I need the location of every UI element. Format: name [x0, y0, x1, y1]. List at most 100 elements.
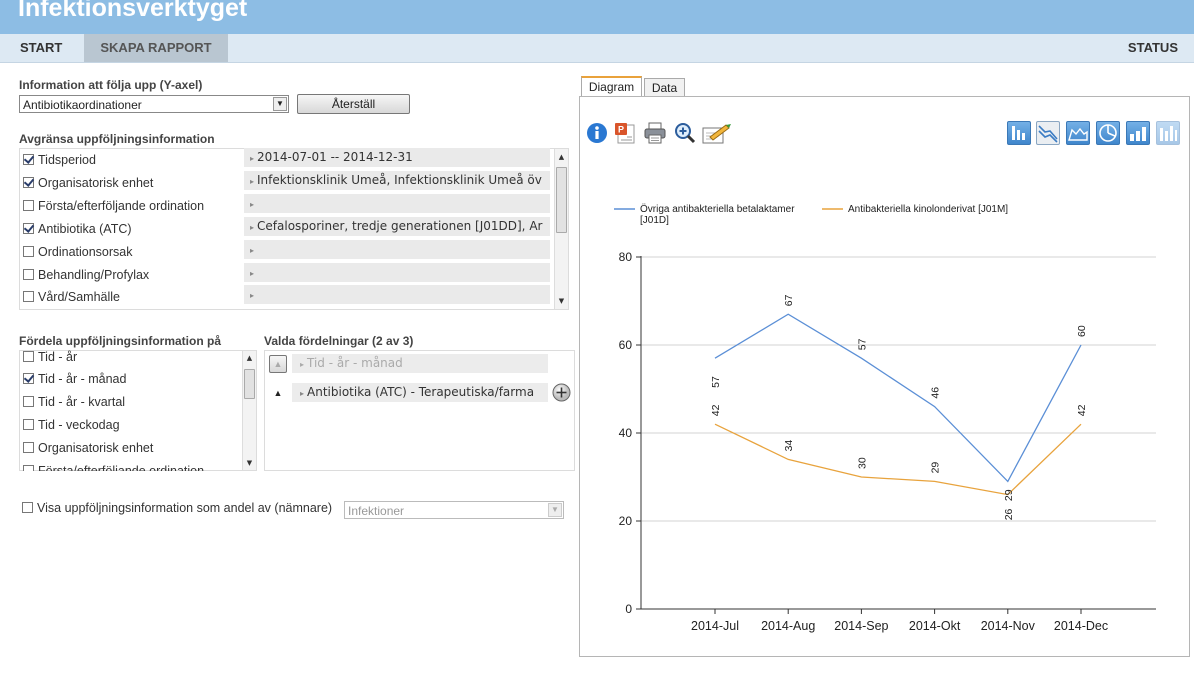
scroll-up-icon[interactable]: ▲: [555, 151, 568, 163]
app-title: Infektionsverktyget: [18, 0, 248, 22]
distribute-option[interactable]: Tid - år - månad: [23, 372, 126, 390]
distribute-label: Fördela uppföljningsinformation på: [19, 334, 221, 348]
limit-value-text: Infektionsklinik Umeå, Infektionsklinik …: [257, 173, 542, 187]
print-icon[interactable]: [643, 121, 666, 144]
distribute-option[interactable]: Tid - år: [23, 350, 77, 368]
limit-checkbox[interactable]: [23, 291, 34, 302]
chosen-item-label: Tid - år - månad: [307, 356, 403, 370]
x-tick-label: 2014-Nov: [981, 619, 1036, 633]
data-label: 42: [1076, 404, 1088, 416]
series-line: [714, 423, 1082, 496]
limit-value[interactable]: ▸ Cefalosporiner, tredje generationen [J0…: [244, 217, 550, 236]
reset-button[interactable]: Återställ: [297, 94, 410, 114]
data-label: 29: [930, 462, 942, 474]
distribute-option[interactable]: Tid - veckodag: [23, 418, 120, 436]
series-line: [714, 313, 1082, 483]
legend-label-line: [J01D]: [640, 215, 669, 226]
distribute-checkbox[interactable]: [23, 465, 34, 471]
column-chart-icon[interactable]: [1126, 121, 1150, 145]
move-up-button[interactable]: ▲: [269, 355, 287, 373]
distribute-checkbox[interactable]: [23, 373, 34, 384]
bar-chart-icon[interactable]: [1007, 121, 1031, 145]
tab-data[interactable]: Data: [644, 78, 685, 96]
limits-label: Avgränsa uppföljningsinformation: [19, 132, 215, 146]
limit-checkbox[interactable]: [23, 177, 34, 188]
x-tick-label: 2014-Sep: [834, 619, 888, 633]
limit-checkbox[interactable]: [23, 269, 34, 280]
distribute-option[interactable]: Organisatorisk enhet: [23, 441, 153, 459]
data-label: 30: [856, 457, 868, 469]
nav-skapa-rapport[interactable]: SKAPA RAPPORT: [84, 34, 228, 62]
powerpoint-icon[interactable]: P: [614, 121, 636, 144]
distribute-option[interactable]: Första/efterföljande ordination: [23, 464, 204, 471]
limit-option[interactable]: Behandling/Profylax: [23, 268, 149, 286]
data-label: 46: [930, 387, 942, 399]
data-label: 60: [1076, 325, 1088, 337]
chosen-item[interactable]: ▸ Tid - år - månad: [292, 354, 548, 373]
limit-checkbox[interactable]: [23, 246, 34, 257]
distribute-checkbox[interactable]: [23, 419, 34, 430]
scroll-down-icon[interactable]: ▼: [555, 295, 568, 307]
chosen-label: Valda fördelningar (2 av 3): [264, 334, 414, 348]
legend-label: Antibakteriella kinolonderivat [J01M]: [848, 204, 1008, 215]
limit-option[interactable]: Antibiotika (ATC): [23, 222, 132, 240]
data-label: 42: [710, 404, 722, 416]
limit-checkbox[interactable]: [23, 223, 34, 234]
pie-chart-icon[interactable]: [1096, 121, 1120, 145]
yaxis-select[interactable]: Antibiotikaordinationer ▼: [19, 95, 289, 113]
chevron-down-icon[interactable]: ▼: [548, 503, 562, 517]
edit-icon[interactable]: [700, 121, 732, 144]
stacked-chart-icon[interactable]: [1156, 121, 1180, 145]
denominator-row[interactable]: Visa uppföljningsinformation som andel a…: [22, 501, 332, 519]
limit-checkbox[interactable]: [23, 154, 34, 165]
limit-option-label: Behandling/Profylax: [38, 268, 150, 282]
limit-option[interactable]: Vård/Samhälle: [23, 290, 120, 308]
limit-value[interactable]: ▸: [244, 285, 550, 304]
denominator-select[interactable]: Infektioner ▼: [344, 501, 564, 519]
limit-option[interactable]: Organisatorisk enhet: [23, 176, 153, 194]
distribute-checkbox[interactable]: [23, 396, 34, 407]
chevron-down-icon[interactable]: ▼: [273, 97, 287, 111]
zoom-icon[interactable]: [673, 121, 696, 144]
scroll-down-icon[interactable]: ▼: [243, 457, 256, 469]
expand-icon: ▸: [250, 291, 255, 300]
limit-value[interactable]: ▸ 2014-07-01 -- 2014-12-31: [244, 148, 550, 167]
limit-option[interactable]: Tidsperiod: [23, 153, 96, 171]
distribute-checkbox[interactable]: [23, 442, 34, 453]
yaxis-select-value: Antibiotikaordinationer: [23, 98, 142, 112]
scroll-thumb[interactable]: [244, 369, 255, 399]
nav-start[interactable]: START: [20, 34, 62, 62]
limit-option[interactable]: Ordinationsorsak: [23, 245, 133, 263]
info-icon[interactable]: [586, 121, 608, 143]
limit-option[interactable]: Första/efterföljande ordination: [23, 199, 204, 217]
distribute-checkbox[interactable]: [23, 351, 34, 362]
limit-value[interactable]: ▸: [244, 240, 550, 259]
limit-value[interactable]: ▸ Infektionsklinik Umeå, Infektionsklinik…: [244, 171, 550, 190]
y-tick-label: 60: [619, 338, 633, 352]
scroll-up-icon[interactable]: ▲: [243, 352, 256, 364]
distribute-option[interactable]: Tid - år - kvartal: [23, 395, 125, 413]
limit-checkbox[interactable]: [23, 200, 34, 211]
chosen-item[interactable]: ▸ Antibiotika (ATC) - Terapeutiska/farma: [292, 383, 548, 402]
line-chart: Övriga antibakteriella betalaktamer [J01D…: [614, 203, 1156, 633]
scroll-thumb[interactable]: [556, 167, 567, 233]
distribute-option-label: Organisatorisk enhet: [38, 441, 154, 455]
limits-scrollbar[interactable]: ▲ ▼: [554, 149, 568, 309]
limit-option-label: Organisatorisk enhet: [38, 176, 154, 190]
distribute-option-label: Tid - år: [38, 350, 78, 364]
distribute-scrollbar[interactable]: ▲ ▼: [242, 351, 256, 470]
line-chart-icon[interactable]: [1036, 121, 1060, 145]
move-up-button[interactable]: ▲: [269, 385, 287, 403]
tab-diagram[interactable]: Diagram: [581, 76, 642, 96]
denominator-checkbox[interactable]: [22, 502, 33, 513]
area-chart-icon[interactable]: [1066, 121, 1090, 145]
add-distribution-icon[interactable]: [552, 383, 571, 402]
limit-option-label: Antibiotika (ATC): [38, 222, 132, 236]
data-label: 34: [783, 440, 795, 452]
expand-icon: ▸: [250, 223, 255, 232]
x-tick-label: 2014-Okt: [909, 619, 961, 633]
data-label: 57: [856, 338, 868, 350]
nav-status[interactable]: STATUS: [1128, 34, 1178, 62]
limit-value[interactable]: ▸: [244, 263, 550, 282]
limit-value[interactable]: ▸: [244, 194, 550, 213]
